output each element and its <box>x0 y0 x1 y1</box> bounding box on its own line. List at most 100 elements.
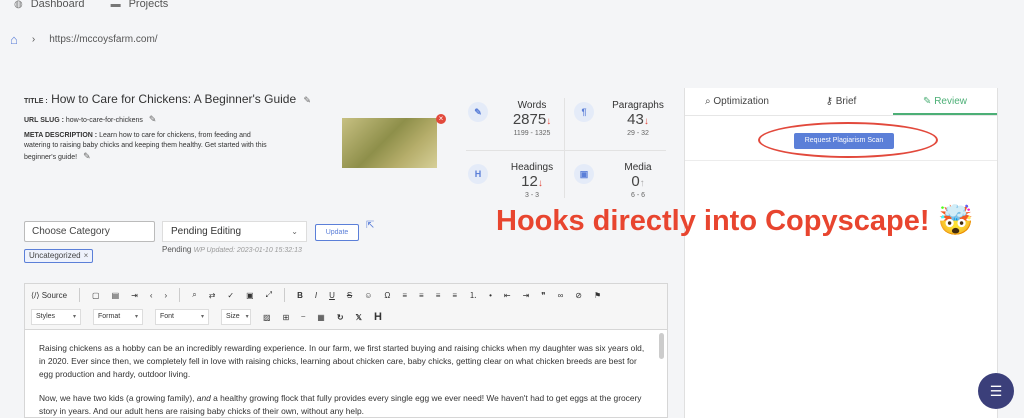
breadcrumb-url[interactable]: https://mccoysfarm.com/ <box>49 34 157 45</box>
url-slug: how-to-care-for-chickens <box>65 117 143 124</box>
status-select[interactable]: Pending Editing ⌄ <box>162 221 307 242</box>
font-select[interactable]: Font ▾ <box>155 309 209 325</box>
stat-headings-range: 3 - 3 <box>524 192 539 199</box>
dashboard-icon: ◍ <box>14 0 23 10</box>
table-icon[interactable]: ⊞ <box>283 313 290 322</box>
bulleted-list-icon[interactable]: • <box>489 291 492 300</box>
emoji-icon[interactable]: ☺ <box>364 291 372 300</box>
home-icon[interactable]: ⌂ <box>10 32 18 47</box>
title-label: TITLE : <box>24 98 48 105</box>
maximize-icon[interactable]: ⤢ <box>266 290 272 300</box>
nav-dashboard-label: Dashboard <box>30 0 85 10</box>
category-input[interactable]: Choose Category <box>24 221 155 242</box>
spellcheck-icon[interactable]: ✓ <box>227 291 234 300</box>
meta-description: META DESCRIPTION : Learn how to care for… <box>24 131 274 163</box>
anchor-flag-icon[interactable]: ⚑ <box>594 291 601 300</box>
toolbar-row-1: ⟨/⟩ Source ▢ ▤ ⇥ ‹ › ⌕ ⇄ ✓ ▣ ⤢ B I U S ☺… <box>31 286 601 304</box>
justify-icon[interactable]: ≡ <box>452 291 457 300</box>
tab-brief[interactable]: ⚷ Brief <box>789 88 893 115</box>
category-tag[interactable]: Uncategorized × <box>24 249 94 263</box>
refresh-icon[interactable]: ↻ <box>337 313 344 322</box>
align-center-icon[interactable]: ≡ <box>419 291 424 300</box>
blockquote-icon[interactable]: ❞ <box>541 291 545 300</box>
trend-down-icon: ↓ <box>537 178 543 189</box>
redo-icon[interactable]: › <box>165 291 168 300</box>
remove-tag-icon[interactable]: × <box>84 251 89 260</box>
heading-icon: H <box>468 164 488 184</box>
tab-review[interactable]: ✎ Review <box>893 88 997 115</box>
special-char-icon[interactable]: Ω <box>384 291 390 300</box>
align-left-icon[interactable]: ≡ <box>402 291 407 300</box>
chevron-down-icon: ⌄ <box>291 227 298 236</box>
undo-icon[interactable]: ‹ <box>150 291 153 300</box>
indent-icon[interactable]: ⇥ <box>523 291 530 300</box>
content-editor: ⟨/⟩ Source ▢ ▤ ⇥ ‹ › ⌕ ⇄ ✓ ▣ ⤢ B I U S ☺… <box>24 283 668 418</box>
plagiarism-scan-button[interactable]: Request Plagiarism Scan <box>794 133 894 149</box>
media-icon: ▣ <box>574 164 594 184</box>
styles-select[interactable]: Styles ▾ <box>31 309 81 325</box>
pencil-icon: ✎ <box>468 102 488 122</box>
format-select[interactable]: Format ▾ <box>93 309 143 325</box>
chat-icon[interactable]: ☰ <box>978 373 1014 409</box>
review-panel: ⌕ Optimization ⚷ Brief ✎ Review Request … <box>684 88 998 418</box>
link-icon[interactable]: ∞ <box>558 291 564 300</box>
content-paragraph-1: Raising chickens as a hobby can be an in… <box>39 343 645 379</box>
bold-icon[interactable]: B <box>297 291 303 300</box>
nav-dashboard[interactable]: ◍ Dashboard <box>14 0 85 12</box>
title-row: TITLE : How to Care for Chickens: A Begi… <box>24 92 311 106</box>
folder-icon: ▬ <box>110 0 121 10</box>
twitter-icon[interactable]: 𝕏 <box>356 313 362 322</box>
nav-projects-label: Projects <box>128 0 169 10</box>
heading-h-icon[interactable]: H <box>374 311 382 323</box>
editor-content[interactable]: Raising chickens as a hobby can be an in… <box>25 330 667 418</box>
external-link-icon[interactable]: ⇱ <box>366 220 374 231</box>
horizontal-rule-icon[interactable]: ⎯ <box>301 312 305 322</box>
size-select[interactable]: Size ▾ <box>221 309 251 325</box>
panel-tabs: ⌕ Optimization ⚷ Brief ✎ Review <box>685 88 997 116</box>
remove-image-icon[interactable]: × <box>436 114 446 124</box>
trend-down-icon: ↓ <box>643 116 649 127</box>
annotation-text: Hooks directly into Copyscape! 🤯 <box>496 205 974 237</box>
stat-paragraphs: ¶ Paragraphs 43↓ 29 - 32 <box>568 92 668 144</box>
stat-headings: H Headings 12↓ 3 - 3 <box>462 154 562 206</box>
select-all-icon[interactable]: ▣ <box>246 291 254 300</box>
edit-slug-icon[interactable]: ✎ <box>149 114 157 124</box>
align-right-icon[interactable]: ≡ <box>436 291 441 300</box>
find-icon[interactable]: ⌕ <box>192 290 196 300</box>
pencil-icon: ✎ <box>923 96 935 107</box>
chevron-right-icon: › <box>31 34 36 45</box>
caret-down-icon: ▾ <box>134 314 138 320</box>
source-button[interactable]: ⟨/⟩ Source <box>31 291 67 300</box>
update-button[interactable]: Update <box>315 224 359 241</box>
editor-scrollbar[interactable] <box>659 333 664 359</box>
featured-image[interactable] <box>342 118 437 168</box>
slug-row: URL SLUG : how-to-care-for-chickens ✎ <box>24 114 156 125</box>
strikethrough-icon[interactable]: S <box>347 291 352 300</box>
underline-icon[interactable]: U <box>329 291 335 300</box>
caret-down-icon: ▾ <box>245 314 249 320</box>
iframe-icon[interactable]: ▦ <box>317 313 325 322</box>
numbered-list-icon[interactable]: ⒈ <box>469 290 477 301</box>
export-icon[interactable]: ⇥ <box>131 291 138 300</box>
stat-media: ▣ Media 0↑ 6 - 6 <box>568 154 668 206</box>
outdent-icon[interactable]: ⇤ <box>504 291 511 300</box>
stat-words-label: Words <box>517 100 547 111</box>
italic-icon[interactable]: I <box>315 291 317 300</box>
stat-words: ✎ Words 2875↓ 1199 - 1325 <box>462 92 562 144</box>
replace-icon[interactable]: ⇄ <box>209 291 216 300</box>
edit-title-icon[interactable]: ✎ <box>304 95 312 105</box>
toolbar-row-2: Styles ▾ Format ▾ Font ▾ Size ▾ ▨ ⊞ ⎯ ▦ ↻ 𝕏 … <box>31 308 382 326</box>
new-page-icon[interactable]: ▢ <box>92 291 100 300</box>
paste-icon[interactable]: ▤ <box>112 291 120 300</box>
stats-grid: ✎ Words 2875↓ 1199 - 1325 ¶ Paragraphs 4… <box>462 92 672 204</box>
unlink-icon[interactable]: ⊘ <box>575 291 582 300</box>
stat-words-range: 1199 - 1325 <box>513 130 551 137</box>
edit-meta-icon[interactable]: ✎ <box>83 151 91 161</box>
stat-media-value: 0↑ <box>631 173 645 190</box>
tab-optimization[interactable]: ⌕ Optimization <box>685 88 789 115</box>
image-icon[interactable]: ▨ <box>263 313 271 322</box>
stat-media-label: Media <box>624 162 652 173</box>
nav-projects[interactable]: ▬ Projects <box>111 0 169 12</box>
slug-label: URL SLUG : <box>24 117 64 124</box>
caret-down-icon: ▾ <box>200 314 204 320</box>
